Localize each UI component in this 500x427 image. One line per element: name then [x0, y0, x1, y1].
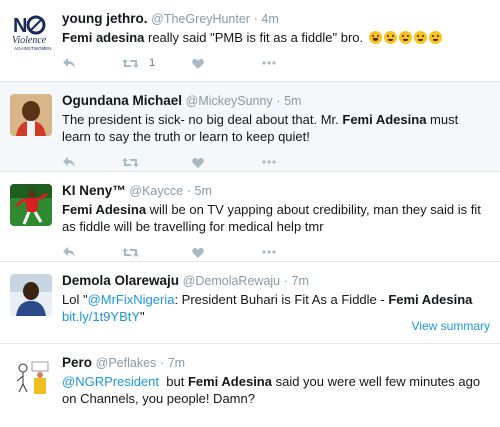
profile-photo-icon [10, 94, 52, 136]
view-summary-link[interactable]: View summary [412, 319, 490, 333]
tweet-header: young jethro. @TheGreyHunter · 4m [62, 10, 490, 28]
reply-button[interactable] [62, 57, 122, 69]
mention-link[interactable]: @MrFixNigeria [88, 292, 175, 307]
retweet-button[interactable] [122, 157, 192, 168]
reply-button[interactable] [62, 156, 122, 168]
separator-dot: · [283, 274, 288, 288]
more-options-button[interactable] [262, 61, 276, 65]
display-name[interactable]: young jethro. [62, 11, 148, 26]
heart-icon [192, 58, 204, 69]
username[interactable]: @MickeySunny [186, 94, 273, 108]
avatar[interactable]: N Violence AGAINSTWOMEN [10, 12, 52, 54]
laughing-tears-emoji-icon [368, 31, 382, 44]
tweet-text-rest: really said "PMB is fit as a fiddle" bro… [144, 30, 367, 45]
display-name[interactable]: Ogundana Michael [62, 93, 182, 108]
retweet-icon [122, 157, 139, 167]
tweet-actions [62, 151, 490, 173]
mention-link[interactable]: @NGRPresident [62, 374, 159, 389]
separator-dot: · [276, 94, 281, 108]
more-dots-icon [262, 160, 276, 164]
crying-face-emoji-icon [413, 31, 427, 44]
like-button[interactable] [192, 247, 262, 258]
reply-icon [63, 58, 75, 68]
tweet-text: Femi adesina really said "PMB is fit as … [62, 29, 490, 46]
tweet-text-bold: Femi Adesina [187, 374, 272, 389]
display-name[interactable]: KI Neny™ [62, 183, 126, 198]
reply-icon [63, 157, 75, 167]
svg-text:AGAINSTWOMEN: AGAINSTWOMEN [14, 46, 52, 51]
url-link[interactable]: bit.ly/1t9YBtY [62, 309, 140, 324]
tweet-text-bold: Femi Adesina [62, 202, 147, 217]
tweet-text-bold: Femi adesina [62, 30, 145, 45]
heart-icon [192, 247, 204, 258]
tweet-text: Femi Adesina will be on TV yapping about… [62, 201, 490, 235]
tweet-text-mid: but [159, 374, 188, 389]
more-dots-icon [262, 250, 276, 254]
tweet[interactable]: Demola Olarewaju @DemolaRewaju · 7m Lol … [0, 262, 500, 344]
tweet[interactable]: KI Neny™ @Kaycce · 5m Femi Adesina will … [0, 172, 500, 262]
tweet-feed: N Violence AGAINSTWOMEN young jethro. @T… [0, 0, 500, 426]
crying-face-emoji-icon [383, 31, 397, 44]
tweet-actions [62, 241, 490, 263]
username[interactable]: @TheGreyHunter [151, 12, 250, 26]
tweet-text: The president is sick- no big deal about… [62, 111, 490, 145]
more-options-button[interactable] [262, 250, 276, 254]
like-button[interactable] [192, 157, 262, 168]
tweet-text-bold: Femi Adesina [388, 292, 473, 307]
username[interactable]: @Peflakes [96, 356, 157, 370]
crying-face-emoji-icon [428, 31, 442, 44]
retweet-button[interactable]: 1 [122, 57, 192, 69]
username[interactable]: @Kaycce [129, 184, 183, 198]
tweet-text-mid: : President Buhari is Fit As a Fiddle - [174, 292, 389, 307]
tweet-actions: 1 [62, 52, 490, 74]
tweet[interactable]: Pero @Peflakes · 7m @NGRPresident but Fe… [0, 344, 500, 426]
crying-face-emoji-icon [398, 31, 412, 44]
retweet-icon [122, 247, 139, 257]
tweet-text-bold: Femi Adesina [342, 112, 427, 127]
avatar[interactable] [10, 356, 52, 398]
separator-dot: · [253, 12, 258, 26]
tweet-header: KI Neny™ @Kaycce · 5m [62, 182, 490, 200]
separator-dot: · [186, 184, 191, 198]
tweet[interactable]: N Violence AGAINSTWOMEN young jethro. @T… [0, 0, 500, 82]
timestamp[interactable]: 5m [284, 94, 301, 108]
username[interactable]: @DemolaRewaju [183, 274, 280, 288]
retweet-icon [122, 58, 139, 68]
tweet-header: Pero @Peflakes · 7m [62, 354, 490, 372]
heart-icon [192, 157, 204, 168]
avatar[interactable] [10, 184, 52, 226]
separator-dot: · [159, 356, 165, 370]
timestamp[interactable]: 7m [168, 356, 185, 370]
tweet-text-end: " [140, 309, 145, 324]
timestamp[interactable]: 4m [261, 12, 278, 26]
no-violence-logo-icon: N Violence AGAINSTWOMEN [12, 15, 52, 51]
svg-text:Violence: Violence [12, 35, 47, 46]
tweet-text: @NGRPresident but Femi Adesina said you … [62, 373, 490, 407]
avatar[interactable] [10, 274, 52, 316]
more-dots-icon [262, 61, 276, 65]
more-options-button[interactable] [262, 160, 276, 164]
avatar[interactable] [10, 94, 52, 136]
reply-icon [63, 247, 75, 257]
tweet[interactable]: Ogundana Michael @MickeySunny · 5m The p… [0, 82, 500, 172]
profile-photo-icon [10, 274, 52, 316]
footballer-photo-icon [10, 184, 52, 226]
retweet-count: 1 [149, 57, 156, 69]
reply-button[interactable] [62, 246, 122, 258]
cartoon-avatar-icon [10, 356, 52, 398]
display-name[interactable]: Demola Olarewaju [62, 273, 179, 288]
retweet-button[interactable] [122, 247, 192, 258]
display-name[interactable]: Pero [62, 355, 92, 370]
svg-text:N: N [13, 15, 27, 37]
tweet-header: Ogundana Michael @MickeySunny · 5m [62, 92, 490, 110]
tweet-header: Demola Olarewaju @DemolaRewaju · 7m [62, 272, 490, 290]
timestamp[interactable]: 7m [292, 274, 309, 288]
tweet-text-before: Lol " [62, 292, 88, 307]
tweet-text-before: The president is sick- no big deal about… [62, 112, 343, 127]
timestamp[interactable]: 5m [195, 184, 212, 198]
like-button[interactable] [192, 58, 262, 69]
